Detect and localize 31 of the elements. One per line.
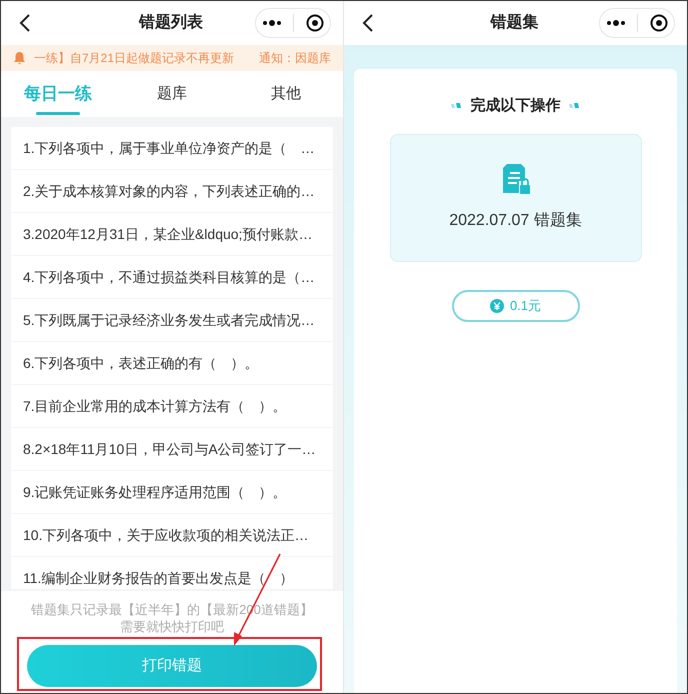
question-item[interactable]: 5.下列既属于记录经济业务发生或者完成情况…	[11, 299, 333, 341]
notice-text: 通知：因题库	[259, 50, 331, 67]
close-icon[interactable]	[306, 14, 324, 32]
question-item[interactable]: 6.下列各项中，表述正确的有（ ）。	[11, 342, 333, 384]
decoration-icon	[568, 103, 580, 110]
page-title: 错题集	[489, 12, 540, 33]
question-item[interactable]: 7.目前企业常用的成本计算方法有（ ）。	[11, 385, 333, 427]
notice-text: 一练】自7月21日起做题记录不再更新	[34, 50, 236, 67]
close-icon[interactable]	[650, 14, 668, 32]
more-icon[interactable]	[606, 20, 626, 26]
back-icon[interactable]	[362, 13, 374, 33]
section-heading: 完成以下操作	[470, 96, 560, 116]
question-item[interactable]: 10.下列各项中，关于应收款项的相关说法正…	[11, 514, 333, 556]
question-item[interactable]: 1.下列各项中，属于事业单位净资产的是（ …	[11, 127, 333, 169]
tab[interactable]: 其他	[229, 71, 343, 117]
document-lock-icon	[500, 162, 530, 194]
question-item[interactable]: 4.下列各项中，不通过损益类科目核算的是（…	[11, 256, 333, 298]
yen-icon	[490, 298, 504, 312]
file-label: 2022.07.07 错题集	[449, 210, 582, 230]
bell-icon	[13, 51, 26, 65]
hint-text: 需要就快快打印吧	[120, 618, 224, 635]
question-item[interactable]: 9.记账凭证账务处理程序适用范围（ ）。	[11, 471, 333, 513]
question-item[interactable]: 3.2020年12月31日，某企业&ldquo;预付账款…	[11, 213, 333, 255]
question-item[interactable]: 11.编制企业财务报告的首要出发点是（ ）	[11, 557, 333, 589]
question-item[interactable]: 8.2×18年11月10日，甲公司与A公司签订了一…	[11, 428, 333, 470]
back-icon[interactable]	[19, 13, 31, 33]
page-title: 错题列表	[138, 12, 204, 33]
more-icon[interactable]	[262, 20, 282, 26]
tab[interactable]: 题库	[115, 71, 229, 117]
decoration-icon	[450, 103, 462, 110]
question-item[interactable]: 2.关于成本核算对象的内容，下列表述正确的…	[11, 170, 333, 212]
